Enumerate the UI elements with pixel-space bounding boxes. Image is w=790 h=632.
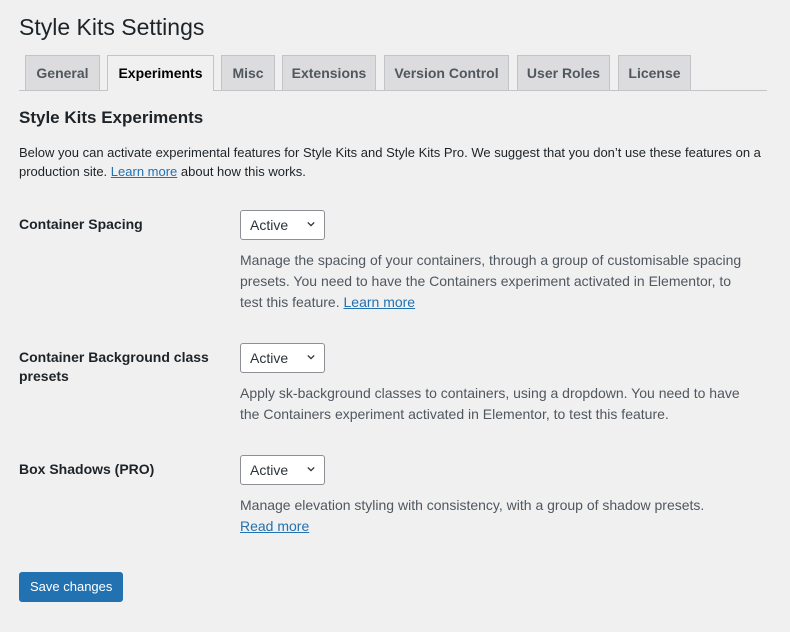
box-shadows-description: Manage elevation styling with consistenc… bbox=[240, 495, 750, 537]
intro-learn-more-link[interactable]: Learn more bbox=[111, 164, 177, 179]
tab-extensions[interactable]: Extensions bbox=[282, 55, 376, 90]
container-background-description: Apply sk-background classes to container… bbox=[240, 385, 740, 422]
container-spacing-description: Manage the spacing of your containers, t… bbox=[240, 250, 750, 313]
container-background-select[interactable]: Active bbox=[240, 343, 325, 373]
tab-user-roles[interactable]: User Roles bbox=[517, 55, 610, 90]
select-value: Active bbox=[250, 217, 289, 233]
container-spacing-select[interactable]: Active bbox=[240, 210, 325, 240]
select-value: Active bbox=[250, 462, 289, 478]
box-shadows-select[interactable]: Active bbox=[240, 455, 325, 485]
tab-license[interactable]: License bbox=[618, 55, 691, 90]
save-changes-button[interactable]: Save changes bbox=[19, 572, 124, 602]
description-text: Manage elevation styling with consistenc… bbox=[240, 497, 705, 513]
chevron-down-icon bbox=[307, 221, 315, 227]
tab-bar: General Experiments Misc Extensions Vers… bbox=[19, 55, 767, 91]
tab-misc[interactable]: Misc bbox=[221, 55, 275, 90]
description-text: Manage the spacing of your containers, t… bbox=[240, 252, 742, 310]
chevron-down-icon bbox=[307, 354, 315, 360]
tab-experiments[interactable]: Experiments bbox=[107, 55, 214, 91]
page-title: Style Kits Settings bbox=[19, 14, 205, 40]
box-shadows-label: Box Shadows (PRO) bbox=[19, 461, 155, 477]
box-shadows-read-more-link[interactable]: Read more bbox=[240, 518, 309, 534]
container-background-label: Container Background class presets bbox=[19, 349, 209, 384]
section-title: Style Kits Experiments bbox=[19, 108, 204, 127]
tab-version-control[interactable]: Version Control bbox=[384, 55, 509, 90]
container-spacing-label: Container Spacing bbox=[19, 216, 143, 232]
chevron-down-icon bbox=[307, 466, 315, 472]
select-value: Active bbox=[250, 350, 289, 366]
section-intro: Below you can activate experimental feat… bbox=[19, 143, 767, 181]
intro-tail: about how this works. bbox=[180, 164, 306, 179]
tab-general[interactable]: General bbox=[25, 55, 100, 90]
container-spacing-learn-more-link[interactable]: Learn more bbox=[344, 294, 416, 310]
